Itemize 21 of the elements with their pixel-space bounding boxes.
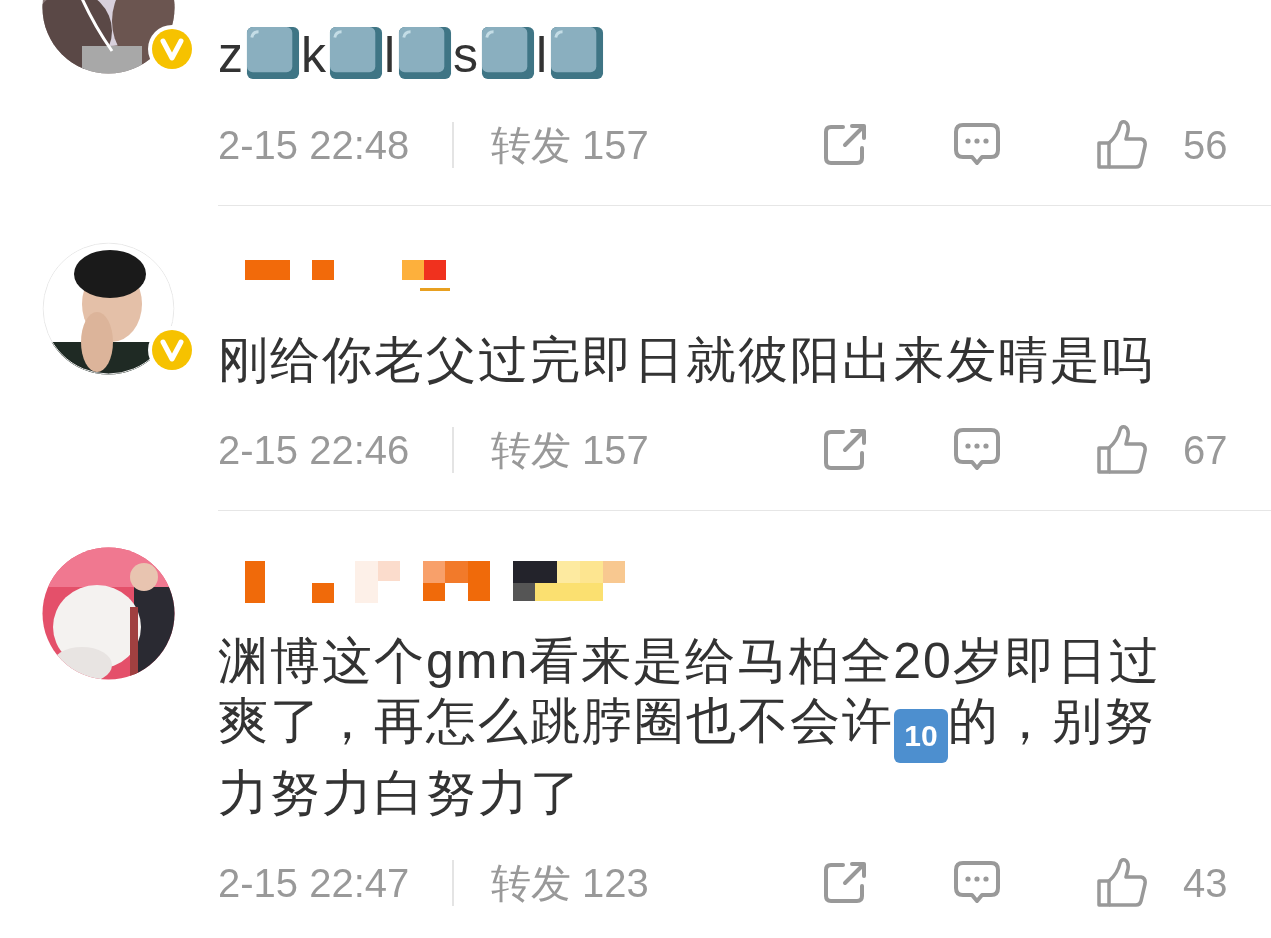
keycap-emoji: 10: [894, 709, 948, 763]
repost-count[interactable]: 转发 157: [491, 422, 821, 478]
thumbs-up-icon[interactable]: [1096, 424, 1148, 476]
like-count: 67: [1183, 427, 1228, 473]
keycap-icon: [481, 26, 536, 80]
like-count: 56: [1183, 122, 1228, 168]
thumbs-up-icon[interactable]: [1096, 119, 1148, 171]
timestamp: 2-15 22:47: [218, 860, 411, 906]
repost-count[interactable]: 转发 157: [491, 117, 821, 173]
timestamp: 2-15 22:48: [218, 122, 411, 168]
comment-text: 刚给你老父过完即日就彼阳出来发晴是吗: [218, 331, 1155, 390]
timestamp: 2-15 22:46: [218, 427, 411, 473]
keycap-icon: [550, 26, 605, 80]
like-count: 43: [1183, 860, 1228, 906]
keycap-icon: [329, 26, 383, 80]
keycap-icon: [398, 26, 453, 80]
repost-count[interactable]: 转发 123: [491, 855, 821, 911]
thumbs-up-icon[interactable]: [1096, 857, 1148, 909]
comment-text: z k l s l: [218, 25, 1193, 85]
keycap-icon: [246, 26, 300, 80]
comment-text: 渊博这个gmn看来是给马柏全20岁即日过爽了，再怎么跳脖圈也不会许 10 的，别努力努力白努力了: [218, 632, 1162, 823]
